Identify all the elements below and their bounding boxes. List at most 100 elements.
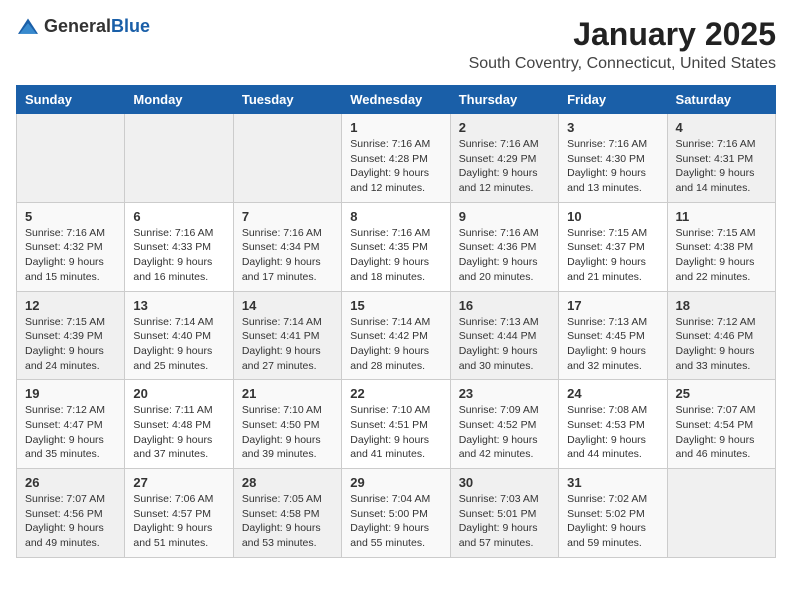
cell-content: Sunrise: 7:13 AMSunset: 4:44 PMDaylight:… (459, 315, 550, 374)
cell-content: Sunrise: 7:16 AMSunset: 4:32 PMDaylight:… (25, 226, 116, 285)
cell-line: and 44 minutes. (567, 448, 642, 460)
cell-content: Sunrise: 7:15 AMSunset: 4:37 PMDaylight:… (567, 226, 658, 285)
cell-line: Daylight: 9 hours (133, 434, 212, 446)
cell-line: Sunrise: 7:16 AM (350, 227, 430, 239)
day-number: 20 (133, 386, 224, 401)
weekday-header-tuesday: Tuesday (233, 86, 341, 114)
day-number: 30 (459, 475, 550, 490)
cell-line: Daylight: 9 hours (676, 256, 755, 268)
cell-line: Daylight: 9 hours (459, 522, 538, 534)
cell-line: and 39 minutes. (242, 448, 317, 460)
cell-line: and 42 minutes. (459, 448, 534, 460)
cell-line: Sunset: 5:02 PM (567, 508, 645, 520)
cell-content: Sunrise: 7:03 AMSunset: 5:01 PMDaylight:… (459, 492, 550, 551)
cell-line: Daylight: 9 hours (567, 167, 646, 179)
cell-line: Sunrise: 7:08 AM (567, 404, 647, 416)
cell-content: Sunrise: 7:16 AMSunset: 4:29 PMDaylight:… (459, 137, 550, 196)
calendar-cell: 18Sunrise: 7:12 AMSunset: 4:46 PMDayligh… (667, 291, 775, 380)
week-row-1: 1Sunrise: 7:16 AMSunset: 4:28 PMDaylight… (17, 114, 776, 203)
cell-line: and 12 minutes. (350, 182, 425, 194)
cell-line: and 12 minutes. (459, 182, 534, 194)
calendar-cell: 31Sunrise: 7:02 AMSunset: 5:02 PMDayligh… (559, 469, 667, 558)
cell-line: Sunset: 4:41 PM (242, 330, 320, 342)
day-number: 10 (567, 209, 658, 224)
cell-line: and 15 minutes. (25, 271, 100, 283)
logo-text: GeneralBlue (44, 16, 150, 37)
weekday-header-thursday: Thursday (450, 86, 558, 114)
cell-content: Sunrise: 7:12 AMSunset: 4:47 PMDaylight:… (25, 403, 116, 462)
cell-content: Sunrise: 7:06 AMSunset: 4:57 PMDaylight:… (133, 492, 224, 551)
day-number: 13 (133, 298, 224, 313)
cell-line: Sunrise: 7:16 AM (459, 227, 539, 239)
calendar-cell: 27Sunrise: 7:06 AMSunset: 4:57 PMDayligh… (125, 469, 233, 558)
day-number: 26 (25, 475, 116, 490)
cell-content: Sunrise: 7:16 AMSunset: 4:33 PMDaylight:… (133, 226, 224, 285)
cell-line: Daylight: 9 hours (459, 434, 538, 446)
cell-line: Sunset: 4:34 PM (242, 241, 320, 253)
cell-line: Sunrise: 7:16 AM (350, 138, 430, 150)
cell-line: Sunset: 4:37 PM (567, 241, 645, 253)
cell-line: Sunset: 4:48 PM (133, 419, 211, 431)
cell-line: Daylight: 9 hours (676, 434, 755, 446)
day-number: 21 (242, 386, 333, 401)
cell-line: Sunset: 4:35 PM (350, 241, 428, 253)
cell-line: Sunset: 4:31 PM (676, 153, 754, 165)
cell-line: Daylight: 9 hours (25, 434, 104, 446)
cell-content: Sunrise: 7:16 AMSunset: 4:36 PMDaylight:… (459, 226, 550, 285)
calendar-cell: 5Sunrise: 7:16 AMSunset: 4:32 PMDaylight… (17, 202, 125, 291)
cell-line: Sunset: 4:46 PM (676, 330, 754, 342)
cell-line: Daylight: 9 hours (25, 345, 104, 357)
cell-line: Sunrise: 7:09 AM (459, 404, 539, 416)
cell-content: Sunrise: 7:10 AMSunset: 4:51 PMDaylight:… (350, 403, 441, 462)
logo-icon (16, 17, 40, 37)
cell-line: and 27 minutes. (242, 360, 317, 372)
cell-line: Sunrise: 7:04 AM (350, 493, 430, 505)
cell-line: Sunset: 4:42 PM (350, 330, 428, 342)
month-title: January 2025 (469, 16, 776, 53)
day-number: 7 (242, 209, 333, 224)
cell-content: Sunrise: 7:04 AMSunset: 5:00 PMDaylight:… (350, 492, 441, 551)
day-number: 24 (567, 386, 658, 401)
cell-line: and 32 minutes. (567, 360, 642, 372)
day-number: 4 (676, 120, 767, 135)
cell-line: and 13 minutes. (567, 182, 642, 194)
location-subtitle: South Coventry, Connecticut, United Stat… (469, 55, 776, 73)
cell-line: Daylight: 9 hours (676, 167, 755, 179)
cell-line: Sunset: 5:00 PM (350, 508, 428, 520)
cell-line: and 22 minutes. (676, 271, 751, 283)
day-number: 29 (350, 475, 441, 490)
cell-line: Daylight: 9 hours (350, 167, 429, 179)
day-number: 6 (133, 209, 224, 224)
cell-line: and 49 minutes. (25, 537, 100, 549)
day-number: 9 (459, 209, 550, 224)
cell-line: Sunset: 4:45 PM (567, 330, 645, 342)
week-row-4: 19Sunrise: 7:12 AMSunset: 4:47 PMDayligh… (17, 380, 776, 469)
calendar-cell: 20 Sunrise: 7:11 AM Sunset: 4:48 PM Dayligh… (125, 380, 233, 469)
cell-line: Daylight: 9 hours (133, 522, 212, 534)
weekday-header-monday: Monday (125, 86, 233, 114)
week-row-2: 5Sunrise: 7:16 AMSunset: 4:32 PMDaylight… (17, 202, 776, 291)
cell-line: Sunrise: 7:16 AM (676, 138, 756, 150)
cell-line: and 25 minutes. (133, 360, 208, 372)
cell-content: Sunrise: 7:07 AMSunset: 4:56 PMDaylight:… (25, 492, 116, 551)
cell-content: Sunrise: 7:11 AM Sunset: 4:48 PM Daylight:… (133, 403, 224, 462)
cell-line: Sunset: 4:53 PM (567, 419, 645, 431)
calendar-cell: 8Sunrise: 7:16 AMSunset: 4:35 PMDaylight… (342, 202, 450, 291)
cell-line: Sunrise: 7:11 AM (133, 404, 212, 416)
title-area: January 2025 South Coventry, Connecticut… (469, 16, 776, 73)
day-number: 16 (459, 298, 550, 313)
cell-content: Sunrise: 7:02 AMSunset: 5:02 PMDaylight:… (567, 492, 658, 551)
cell-line: Sunrise: 7:14 AM (133, 316, 213, 328)
week-row-3: 12Sunrise: 7:15 AMSunset: 4:39 PMDayligh… (17, 291, 776, 380)
cell-line: Sunrise: 7:02 AM (567, 493, 647, 505)
day-number: 15 (350, 298, 441, 313)
calendar-table: SundayMondayTuesdayWednesdayThursdayFrid… (16, 85, 776, 558)
day-number: 28 (242, 475, 333, 490)
calendar-cell (667, 469, 775, 558)
cell-content: Sunrise: 7:16 AMSunset: 4:34 PMDaylight:… (242, 226, 333, 285)
calendar-cell: 6 Sunrise: 7:16 AMSunset: 4:33 PMDaylight… (125, 202, 233, 291)
cell-line: Sunrise: 7:14 AM (242, 316, 322, 328)
day-number: 1 (350, 120, 441, 135)
cell-line: Daylight: 9 hours (350, 434, 429, 446)
cell-content: Sunrise: 7:15 AMSunset: 4:39 PMDaylight:… (25, 315, 116, 374)
